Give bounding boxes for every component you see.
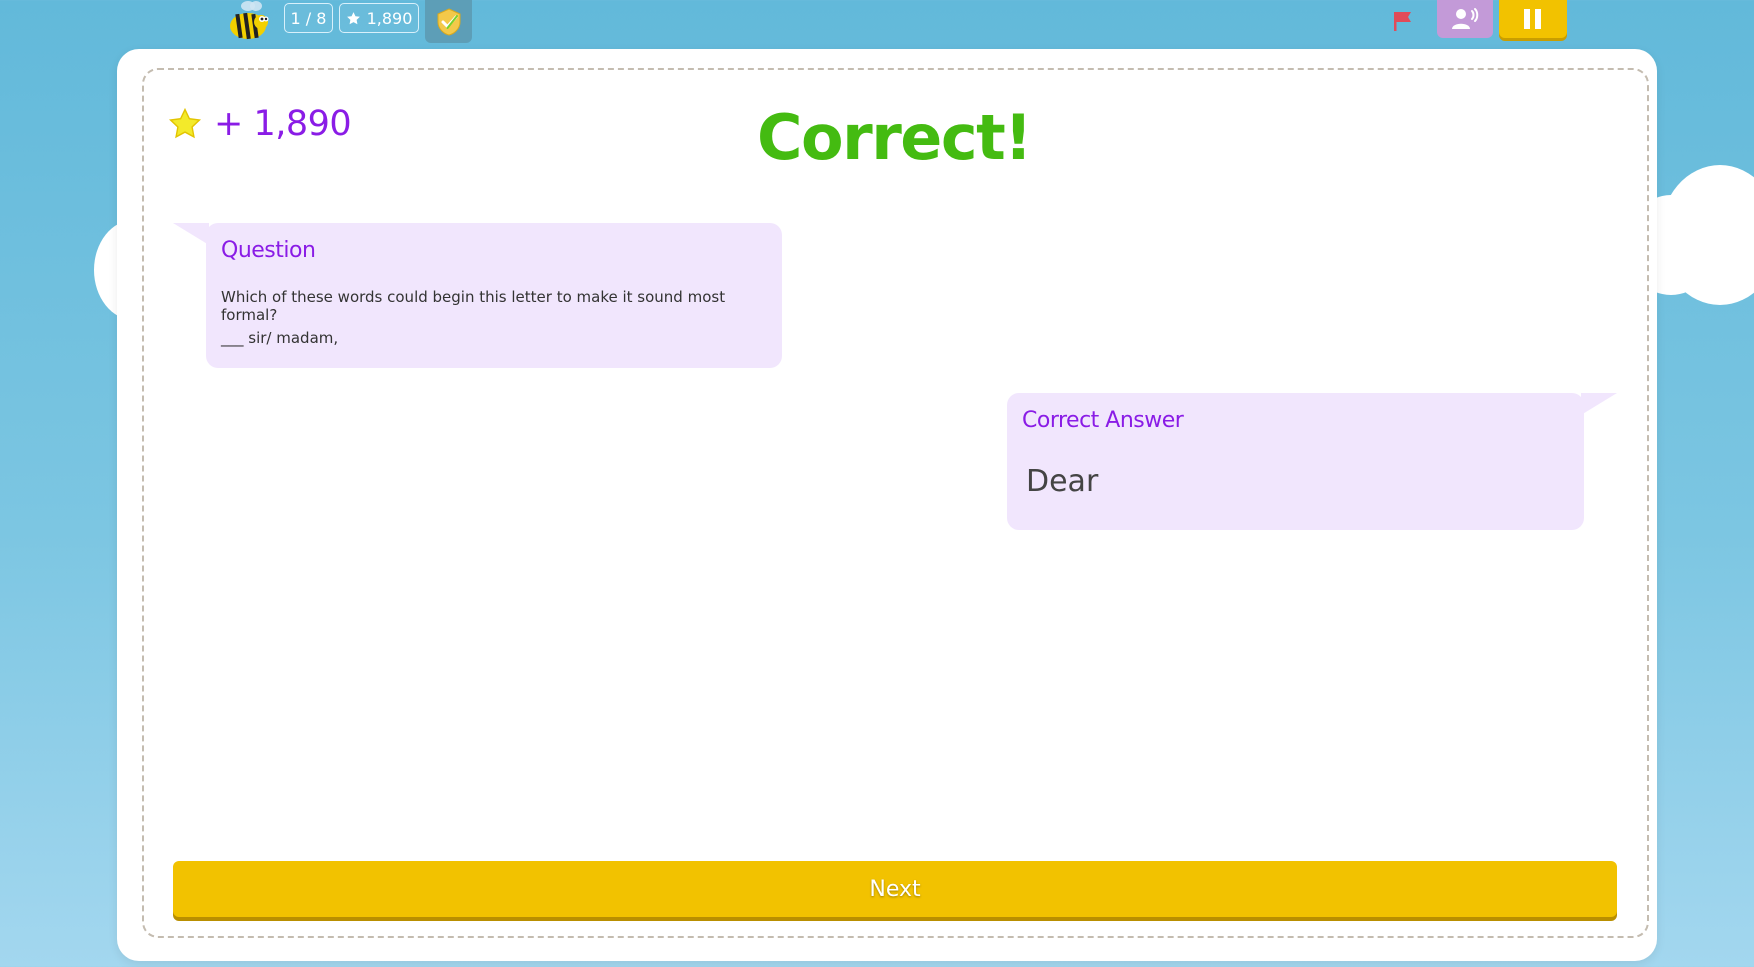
star-icon [346,11,360,24]
shield-check-icon [437,7,460,36]
report-flag-button[interactable] [1390,8,1416,34]
question-progress: 1 / 8 [284,3,333,33]
correct-answer-value: Dear [1026,464,1099,499]
listen-icon [1452,8,1479,29]
score-text: 1,890 [366,8,413,28]
result-title: Correct! [757,101,1032,174]
correct-answer-heading: Correct Answer [1022,408,1184,433]
score-chip: 1,890 [339,3,419,33]
read-aloud-button[interactable] [1437,0,1493,38]
pause-button[interactable] [1499,0,1567,38]
next-button[interactable]: Next [173,861,1617,917]
answer-bubble-tail [1581,393,1617,415]
shield-badge-button[interactable] [425,0,472,43]
question-blank-line: ___ sir/ madam, [221,329,339,347]
question-bubble: Question Which of these words could begi… [173,223,782,368]
pause-icon [1524,9,1541,29]
correct-answer-bubble: Correct Answer Dear [1007,393,1617,530]
question-heading: Question [221,238,316,263]
question-text: Which of these words could begin this le… [221,288,726,324]
flag-icon [1394,12,1411,31]
question-progress-text: 1 / 8 [290,8,327,28]
question-bubble-tail [173,223,209,245]
bee-icon [230,1,269,40]
